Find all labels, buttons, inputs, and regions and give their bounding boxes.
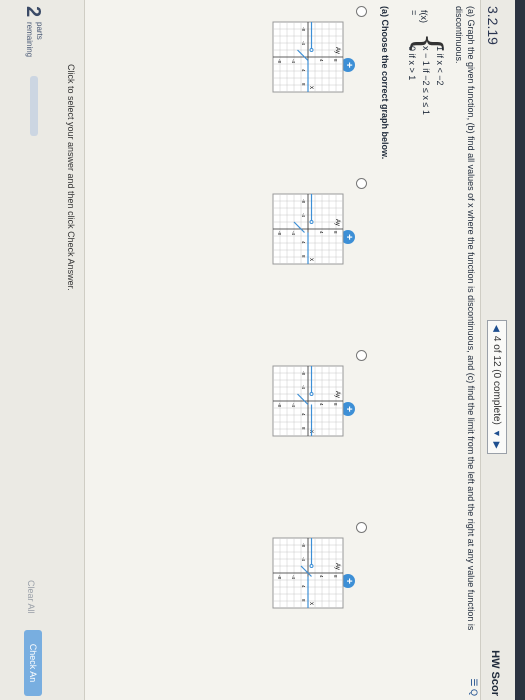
tick-label: -4 [291,59,296,63]
question-text: (a) Graph the given function, (b) find a… [454,6,476,631]
tick-label: -8 [301,371,306,375]
case-1: 1 if x < −2 [435,46,445,86]
y-axis-label: Ay [334,391,340,398]
open-point [309,220,314,224]
tools-label: Q [469,688,479,696]
tick-label: -8 [277,575,282,579]
function-name: f(x) = [409,10,429,23]
tick-label: -8 [277,231,282,235]
open-point [309,48,314,52]
previous-triangle-icon[interactable]: ◀ [492,325,503,332]
question-number: 3.2.19 [485,6,501,45]
tick-label: -4 [291,231,296,235]
graph-thumbnail: Ayx84-8-448-4-8 [272,365,344,437]
tick-label: -4 [301,557,306,561]
next-triangle-icon[interactable]: ▶ [492,442,503,449]
x-axis-label: x [308,602,314,605]
case-2: x − 1 if −2 ≤ x ≤ 1 [421,46,431,115]
y-axis-label: Ay [334,563,340,570]
radio-button[interactable] [356,350,367,361]
tick-label: -4 [301,385,306,389]
tick-label: -8 [301,543,306,547]
radio-button[interactable] [356,6,367,17]
parts-remaining-label: parts remaining [25,22,44,58]
graph-thumbnail: Ayx84-8-448-4-8 [272,193,344,265]
hw-score-label: HW Scor [489,650,501,696]
check-answer-button[interactable]: Check An [24,630,42,696]
tick-label: -4 [301,41,306,45]
tick-label: -4 [291,403,296,407]
part-a-prompt: (a) Choose the correct graph below. [380,6,390,160]
parts-remaining-count: 2 [22,6,44,18]
tick-label: -4 [301,213,306,217]
question-header: 3.2.19 ◀ 4 of 12 (0 complete) ▼ ▶ HW Sco… [480,0,515,700]
x-axis-label: x [308,86,314,89]
graph-thumbnail: Ayx84-8-448-4-8 [272,21,344,93]
case-3: 0 if x > 1 [407,46,417,81]
tick-label: -8 [301,27,306,31]
footer: Click to select your answer and then cli… [0,0,85,700]
graph-thumbnail: Ayx84-8-448-4-8 [272,537,344,609]
tools-menu[interactable]: ☰ Q [468,678,479,696]
progress-bar [30,76,38,136]
pager-label: 4 of 12 (0 complete) [491,335,503,425]
y-axis-label: Ay [334,47,340,54]
tick-label: -8 [277,59,282,63]
y-axis-label: Ay [334,219,340,226]
x-axis-label: x [308,258,314,261]
tick-label: -8 [277,403,282,407]
clear-all-button[interactable]: Clear All [26,580,36,614]
question-pager[interactable]: ◀ 4 of 12 (0 complete) ▼ ▶ [487,320,507,454]
menu-icon[interactable]: ☰ [469,678,479,686]
instruction-hint: Click to select your answer and then cli… [66,64,76,291]
open-point [309,392,314,396]
open-point [309,564,314,568]
browser-top-strip [515,0,525,700]
dropdown-triangle-icon[interactable]: ▼ [492,429,502,438]
radio-button[interactable] [356,522,367,533]
rotated-page: 3.2.19 ◀ 4 of 12 (0 complete) ▼ ▶ HW Sco… [0,0,525,700]
tick-label: -8 [301,199,306,203]
radio-button[interactable] [356,178,367,189]
tick-label: -4 [291,575,296,579]
